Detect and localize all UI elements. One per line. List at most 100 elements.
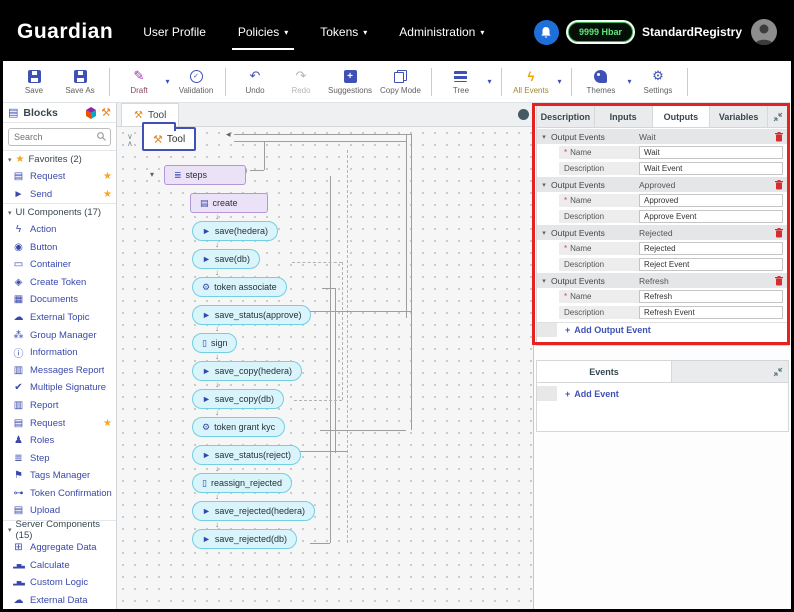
- name-field[interactable]: Refresh: [639, 290, 783, 303]
- node-save-hedera[interactable]: ► save(hedera): [192, 221, 278, 241]
- tab-events[interactable]: Events: [537, 361, 672, 382]
- tab-description[interactable]: Description: [537, 106, 595, 127]
- sidebar-section-ui-components[interactable]: ▾ UI Components (17): [3, 203, 116, 221]
- description-field[interactable]: Reject Event: [639, 258, 783, 271]
- user-avatar[interactable]: [751, 19, 777, 45]
- tools-icon[interactable]: ⚒: [101, 106, 111, 119]
- node-create[interactable]: ▤ create: [190, 193, 268, 213]
- sidebar-item-request[interactable]: ▤ Request ★: [3, 414, 116, 432]
- all-events-button[interactable]: ϟ All Events: [508, 65, 554, 99]
- node-save-rejected-db[interactable]: ► save_rejected(db): [192, 529, 297, 549]
- sidebar-item-send[interactable]: ► Send ★: [3, 186, 116, 204]
- delete-icon[interactable]: [770, 276, 788, 286]
- sidebar-item-create-token[interactable]: ◈ Create Token: [3, 274, 116, 292]
- node-sign[interactable]: ▯ sign: [192, 333, 237, 353]
- button-icon: ◉: [12, 242, 25, 253]
- tab-outputs[interactable]: Outputs: [653, 106, 711, 127]
- sidebar-item-button[interactable]: ◉ Button: [3, 238, 116, 256]
- sidebar-item-action[interactable]: ϟ Action: [3, 221, 116, 239]
- undo-button[interactable]: ↶ Undo: [232, 65, 278, 99]
- themes-dropdown-caret[interactable]: ▾: [624, 77, 635, 86]
- redo-button[interactable]: ↷ Redo: [278, 65, 324, 99]
- description-field[interactable]: Wait Event: [639, 162, 783, 175]
- star-icon[interactable]: ★: [103, 189, 112, 200]
- description-field[interactable]: Refresh Event: [639, 306, 783, 319]
- sidebar-item-tags-manager[interactable]: ⚑ Tags Manager: [3, 467, 116, 485]
- sidebar-section-server-components[interactable]: ▾ Server Components (15): [3, 520, 116, 539]
- star-icon[interactable]: ★: [103, 418, 112, 429]
- search-input[interactable]: [8, 128, 111, 146]
- delete-icon[interactable]: [770, 180, 788, 190]
- validation-button[interactable]: ✓ Validation: [173, 65, 219, 99]
- sidebar-item-documents[interactable]: ▦ Documents: [3, 291, 116, 309]
- caret-down-icon[interactable]: ▾: [150, 170, 154, 179]
- sidebar-item-request[interactable]: ▤ Request ★: [3, 168, 116, 186]
- sidebar-item-custom-logic[interactable]: ▂▅▃ Custom Logic: [3, 574, 116, 592]
- tree-dropdown-caret[interactable]: ▾: [484, 77, 495, 86]
- sidebar-item-messages-report[interactable]: ▥ Messages Report: [3, 362, 116, 380]
- sidebar-item-external-data[interactable]: ☁ External Data: [3, 591, 116, 609]
- draft-dropdown-caret[interactable]: ▾: [162, 77, 173, 86]
- all-events-dropdown-caret[interactable]: ▾: [554, 77, 565, 86]
- node-token-associate[interactable]: ⚙ token associate: [192, 277, 287, 297]
- event-connector-line-dashed: [347, 150, 348, 543]
- sidebar-item-upload[interactable]: ▤ Upload: [3, 502, 116, 520]
- node-save-db[interactable]: ► save(db): [192, 249, 260, 269]
- save-as-button[interactable]: Save As: [57, 65, 103, 99]
- output-events-section-header[interactable]: ▾ Output Events Refresh: [537, 273, 788, 288]
- description-field[interactable]: Approve Event: [639, 210, 783, 223]
- sidebar-item-calculate[interactable]: ▂▅▃ Calculate: [3, 556, 116, 574]
- sidebar-item-container[interactable]: ▭ Container: [3, 256, 116, 274]
- node-save-rejected-hedera[interactable]: ► save_rejected(hedera): [192, 501, 315, 521]
- tab-variables[interactable]: Variables: [710, 106, 768, 127]
- copy-mode-button[interactable]: Copy Mode: [376, 65, 425, 99]
- name-field[interactable]: Wait: [639, 146, 783, 159]
- sidebar-item-step[interactable]: ≣ Step: [3, 449, 116, 467]
- save-button[interactable]: Save: [11, 65, 57, 99]
- nav-policies[interactable]: Policies ▾: [238, 25, 288, 39]
- delete-icon[interactable]: [770, 228, 788, 238]
- node-save-copy-db[interactable]: ► save_copy(db): [192, 389, 284, 409]
- name-field[interactable]: Rejected: [639, 242, 783, 255]
- draft-status-button[interactable]: ✎ Draft: [116, 65, 162, 99]
- sidebar-item-external-topic[interactable]: ☁ External Topic: [3, 309, 116, 327]
- collapse-all-control[interactable]: ∨ ∧: [127, 133, 133, 147]
- output-events-section-header[interactable]: ▾ Output Events Rejected: [537, 225, 788, 240]
- canvas-theme-toggle[interactable]: [518, 109, 529, 120]
- settings-button[interactable]: ⚙ Settings: [635, 65, 681, 99]
- sidebar-item-roles[interactable]: ♟ Roles: [3, 432, 116, 450]
- node-token-grant-kyc[interactable]: ⚙ token grant kyc: [192, 417, 285, 437]
- event-connector-line: [320, 430, 406, 431]
- node-save-copy-hedera[interactable]: ► save_copy(hedera): [192, 361, 302, 381]
- notifications-bell-button[interactable]: [534, 20, 559, 45]
- tab-inputs[interactable]: Inputs: [595, 106, 653, 127]
- suggestions-button[interactable]: + Suggestions: [324, 65, 376, 99]
- collapse-panel-button[interactable]: [768, 106, 788, 127]
- sidebar-section-favorites[interactable]: ▾ ★ Favorites (2): [3, 150, 116, 168]
- nav-administration[interactable]: Administration ▾: [399, 25, 484, 39]
- node-tool[interactable]: ⚒ Tool: [142, 127, 196, 151]
- sidebar-item-report[interactable]: ▥ Report: [3, 397, 116, 415]
- sidebar-item-token-confirmation[interactable]: ⊶ Token Confirmation: [3, 485, 116, 503]
- output-events-section-header[interactable]: ▾ Output Events Approved: [537, 177, 788, 192]
- sidebar-item-group-manager[interactable]: ⁂ Group Manager: [3, 326, 116, 344]
- name-field[interactable]: Approved: [639, 194, 783, 207]
- sidebar-item-aggregate-data[interactable]: ⊞ Aggregate Data: [3, 539, 116, 557]
- node-save-status-reject[interactable]: ► save_status(reject): [192, 445, 301, 465]
- node-reassign-rejected[interactable]: ▯ reassign_rejected: [192, 473, 292, 493]
- node-steps[interactable]: ≣ steps: [164, 165, 246, 185]
- tree-view-button[interactable]: Tree: [438, 65, 484, 99]
- node-save-status-approve[interactable]: ► save_status(approve): [192, 305, 311, 325]
- nav-tokens[interactable]: Tokens ▾: [320, 25, 367, 39]
- add-event-button[interactable]: +Add Event: [537, 386, 788, 401]
- add-output-event-button[interactable]: +Add Output Event: [537, 322, 788, 337]
- modules-cube-icon[interactable]: [85, 107, 97, 119]
- themes-button[interactable]: Themes: [578, 65, 624, 99]
- collapse-panel-button[interactable]: [768, 361, 788, 382]
- nav-user-profile[interactable]: User Profile: [143, 25, 206, 39]
- star-icon[interactable]: ★: [103, 171, 112, 182]
- sidebar-item-multiple-signature[interactable]: ✔ Multiple Signature: [3, 379, 116, 397]
- sidebar-item-information[interactable]: ⓘ Information: [3, 344, 116, 362]
- output-events-section-header[interactable]: ▾ Output Events Wait: [537, 129, 788, 144]
- delete-icon[interactable]: [770, 132, 788, 142]
